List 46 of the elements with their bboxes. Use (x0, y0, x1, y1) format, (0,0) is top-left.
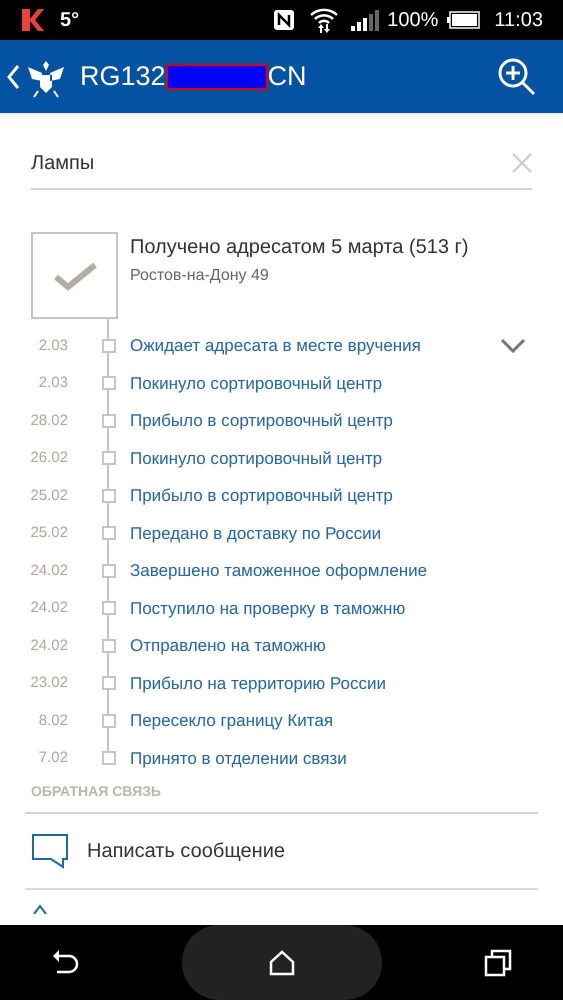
home-icon (269, 950, 296, 976)
event-link[interactable]: Покинуло сортировочный центр (130, 370, 382, 396)
event-date: 24.02 (29, 598, 68, 618)
clock: 11:03 (494, 8, 543, 33)
event-link[interactable]: Ожидает адресата в месте вручения (130, 333, 421, 358)
status-title: Получено адресатом 5 марта (513 г) (130, 235, 468, 260)
tracking-number-end: CN (268, 60, 307, 94)
event-date: 2.03 (38, 373, 68, 393)
event-date: 25.02 (29, 486, 68, 506)
event-link[interactable]: Прибыло в сортировочный центр (130, 483, 393, 508)
event-date: 2.03 (38, 336, 68, 356)
wifi-icon (309, 7, 340, 33)
event-link[interactable]: Отправлено на таможню (130, 633, 326, 658)
event-link[interactable]: Покинуло сортировочный центр (130, 446, 382, 471)
battery-icon (446, 11, 480, 29)
event-link[interactable]: Завершено таможенное оформление (130, 558, 428, 584)
event-date: 28.02 (29, 410, 68, 430)
temperature: 5° (60, 8, 80, 33)
tracking-number-start: RG132 (80, 60, 166, 94)
expand-chevron-icon[interactable] (500, 338, 526, 354)
event-date: 8.02 (38, 710, 68, 730)
event-date: 23.02 (29, 673, 68, 693)
event-link[interactable]: Передано в доставку по России (130, 520, 382, 546)
event-date: 26.02 (29, 448, 68, 468)
feedback-item[interactable]: Написать сообщение (25, 814, 538, 890)
event-link[interactable]: Пересекло границу Китая (130, 708, 334, 734)
battery-percent: 100% (387, 8, 438, 33)
recent-apps-icon[interactable] (484, 948, 512, 976)
check-icon (52, 260, 96, 290)
signal-icon (351, 9, 380, 31)
event-link[interactable]: Прибыло в сортировочный центр (130, 408, 393, 434)
event-date: 7.02 (38, 748, 68, 768)
back-icon[interactable] (6, 64, 20, 90)
search-field[interactable]: Лампы (31, 148, 512, 178)
section-heading: ОБРАТНАЯ СВЯЗЬ (31, 782, 162, 801)
zoom-in-icon[interactable] (497, 56, 537, 96)
event-link[interactable]: Прибыло на территорию России (130, 670, 386, 696)
antivirus-icon (20, 7, 46, 33)
status-place: Ростов-на-Дону 49 (130, 266, 270, 286)
speech-bubble-icon (31, 833, 69, 869)
event-date: 24.02 (29, 560, 68, 580)
event-date: 24.02 (29, 636, 68, 656)
event-link[interactable]: Поступило на проверку в таможню (130, 596, 406, 621)
nfc-icon (273, 9, 296, 31)
event-link[interactable]: Принято в отделении связи (130, 746, 347, 771)
event-date: 25.02 (29, 523, 68, 543)
